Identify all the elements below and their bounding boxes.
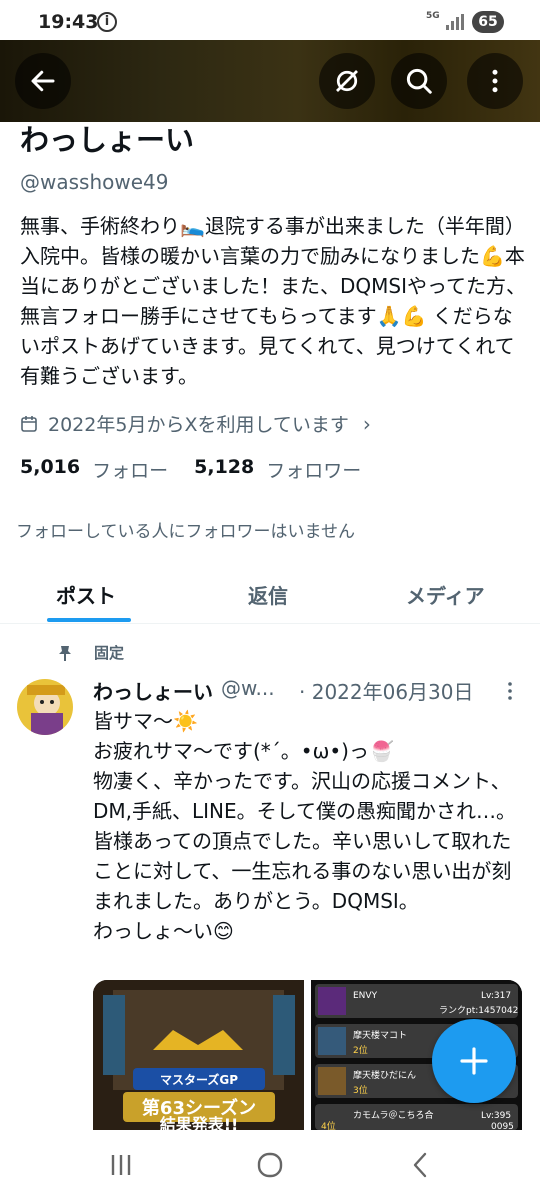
back-arrow-icon bbox=[31, 70, 55, 92]
search-button[interactable] bbox=[391, 53, 447, 109]
rank-row-rank: 3位 bbox=[353, 1084, 368, 1096]
mutual-followers-note: フォローしている人にフォロワーはいません bbox=[16, 522, 355, 542]
following-label[interactable]: フォロー bbox=[92, 456, 168, 483]
profile-name: わっしょーい bbox=[20, 123, 195, 157]
tweet-more-icon[interactable] bbox=[502, 681, 518, 701]
rank-row-name: カモムラ＠こちろ合 bbox=[353, 1109, 434, 1121]
status-bar: 19:43 i 5G 65 bbox=[0, 0, 540, 44]
more-options-button[interactable] bbox=[467, 53, 523, 109]
chevron-right-icon: › bbox=[362, 411, 371, 436]
compose-post-button[interactable] bbox=[432, 1019, 516, 1103]
tweet-text: 皆サマ〜☀️ お疲れサマ〜です(*´。•ω•)っ🍧 物凄く、辛かったです。沢山の… bbox=[93, 709, 517, 943]
media-banner-line1: マスターズGP bbox=[160, 1072, 238, 1087]
rank-row-points: 0095 bbox=[491, 1122, 514, 1130]
rank-row-rank: 4位 bbox=[321, 1120, 336, 1130]
joined-text: 2022年5月からXを利用しています bbox=[48, 414, 349, 436]
rank-row-points: ランクpt:1457042 bbox=[439, 1005, 518, 1016]
back-nav-icon[interactable] bbox=[406, 1150, 436, 1180]
calendar-icon bbox=[21, 415, 37, 432]
system-nav-bar bbox=[0, 1130, 540, 1199]
tweet-author-name[interactable]: わっしょーい bbox=[93, 676, 213, 705]
network-label: 5G bbox=[426, 11, 440, 21]
profile-banner bbox=[0, 40, 540, 122]
profile-bio: 無事、手術終わり🛌退院する事が出来ました（半年間）入院中。皆様の暖かい言葉の力で… bbox=[20, 214, 526, 388]
rank-row-name: ENVY bbox=[353, 991, 378, 1001]
grok-button[interactable] bbox=[319, 53, 375, 109]
back-button[interactable] bbox=[15, 53, 71, 109]
tweet-header: わっしょーい @w... · 2022年06月30日 bbox=[93, 676, 523, 705]
tweet-author-handle[interactable]: @w... bbox=[221, 676, 275, 705]
pin-icon bbox=[59, 645, 71, 661]
grok-icon bbox=[336, 70, 358, 92]
tweet-media-1[interactable]: マスターズGP 第63シーズン 結果発表!! bbox=[93, 980, 304, 1130]
rank-row-name: 摩天楼マコト bbox=[353, 1029, 407, 1041]
media-banner-line3: 結果発表!! bbox=[160, 1115, 239, 1130]
following-count[interactable]: 5,016 bbox=[20, 456, 80, 483]
info-icon: i bbox=[97, 12, 117, 32]
tab-replies[interactable]: 返信 bbox=[248, 580, 288, 609]
tab-media[interactable]: メディア bbox=[406, 580, 485, 609]
signal-icon bbox=[446, 14, 464, 30]
joined-date[interactable]: 2022年5月からXを利用しています › bbox=[20, 410, 371, 437]
search-icon bbox=[406, 68, 432, 94]
avatar[interactable] bbox=[17, 679, 73, 735]
status-time: 19:43 bbox=[38, 11, 99, 33]
plus-icon bbox=[460, 1047, 488, 1075]
recent-apps-icon[interactable] bbox=[106, 1150, 136, 1180]
active-tab-indicator bbox=[47, 618, 131, 622]
profile-tabs: ポスト 返信 メディア bbox=[0, 562, 540, 624]
battery-icon: 65 bbox=[472, 11, 504, 33]
more-vertical-icon bbox=[492, 69, 498, 93]
follow-stats: 5,016 フォロー 5,128 フォロワー bbox=[20, 456, 387, 483]
tweet-date[interactable]: · 2022年06月30日 bbox=[299, 676, 474, 705]
rank-row-level: Lv:395 bbox=[481, 1111, 511, 1121]
media-image-1: マスターズGP 第63シーズン 結果発表!! bbox=[93, 980, 304, 1130]
pinned-text: 固定 bbox=[94, 644, 125, 662]
home-icon[interactable] bbox=[255, 1150, 285, 1180]
avatar-image bbox=[17, 679, 73, 735]
rank-row-name: 摩天楼ひだにん bbox=[353, 1069, 416, 1081]
profile-handle: @wasshowe49 bbox=[20, 170, 169, 194]
rank-row-rank: 2位 bbox=[353, 1044, 368, 1056]
tab-posts[interactable]: ポスト bbox=[56, 580, 116, 609]
rank-row: ENVY Lv:317 ランクpt:1457042 bbox=[315, 984, 518, 1018]
followers-count[interactable]: 5,128 bbox=[194, 456, 254, 483]
rank-row: カモムラ＠こちろ合 Lv:395 0095 4位 bbox=[315, 1104, 518, 1130]
followers-label[interactable]: フォロワー bbox=[266, 456, 361, 483]
rank-row-level: Lv:317 bbox=[481, 991, 511, 1001]
pinned-label: 固定 bbox=[56, 642, 124, 663]
